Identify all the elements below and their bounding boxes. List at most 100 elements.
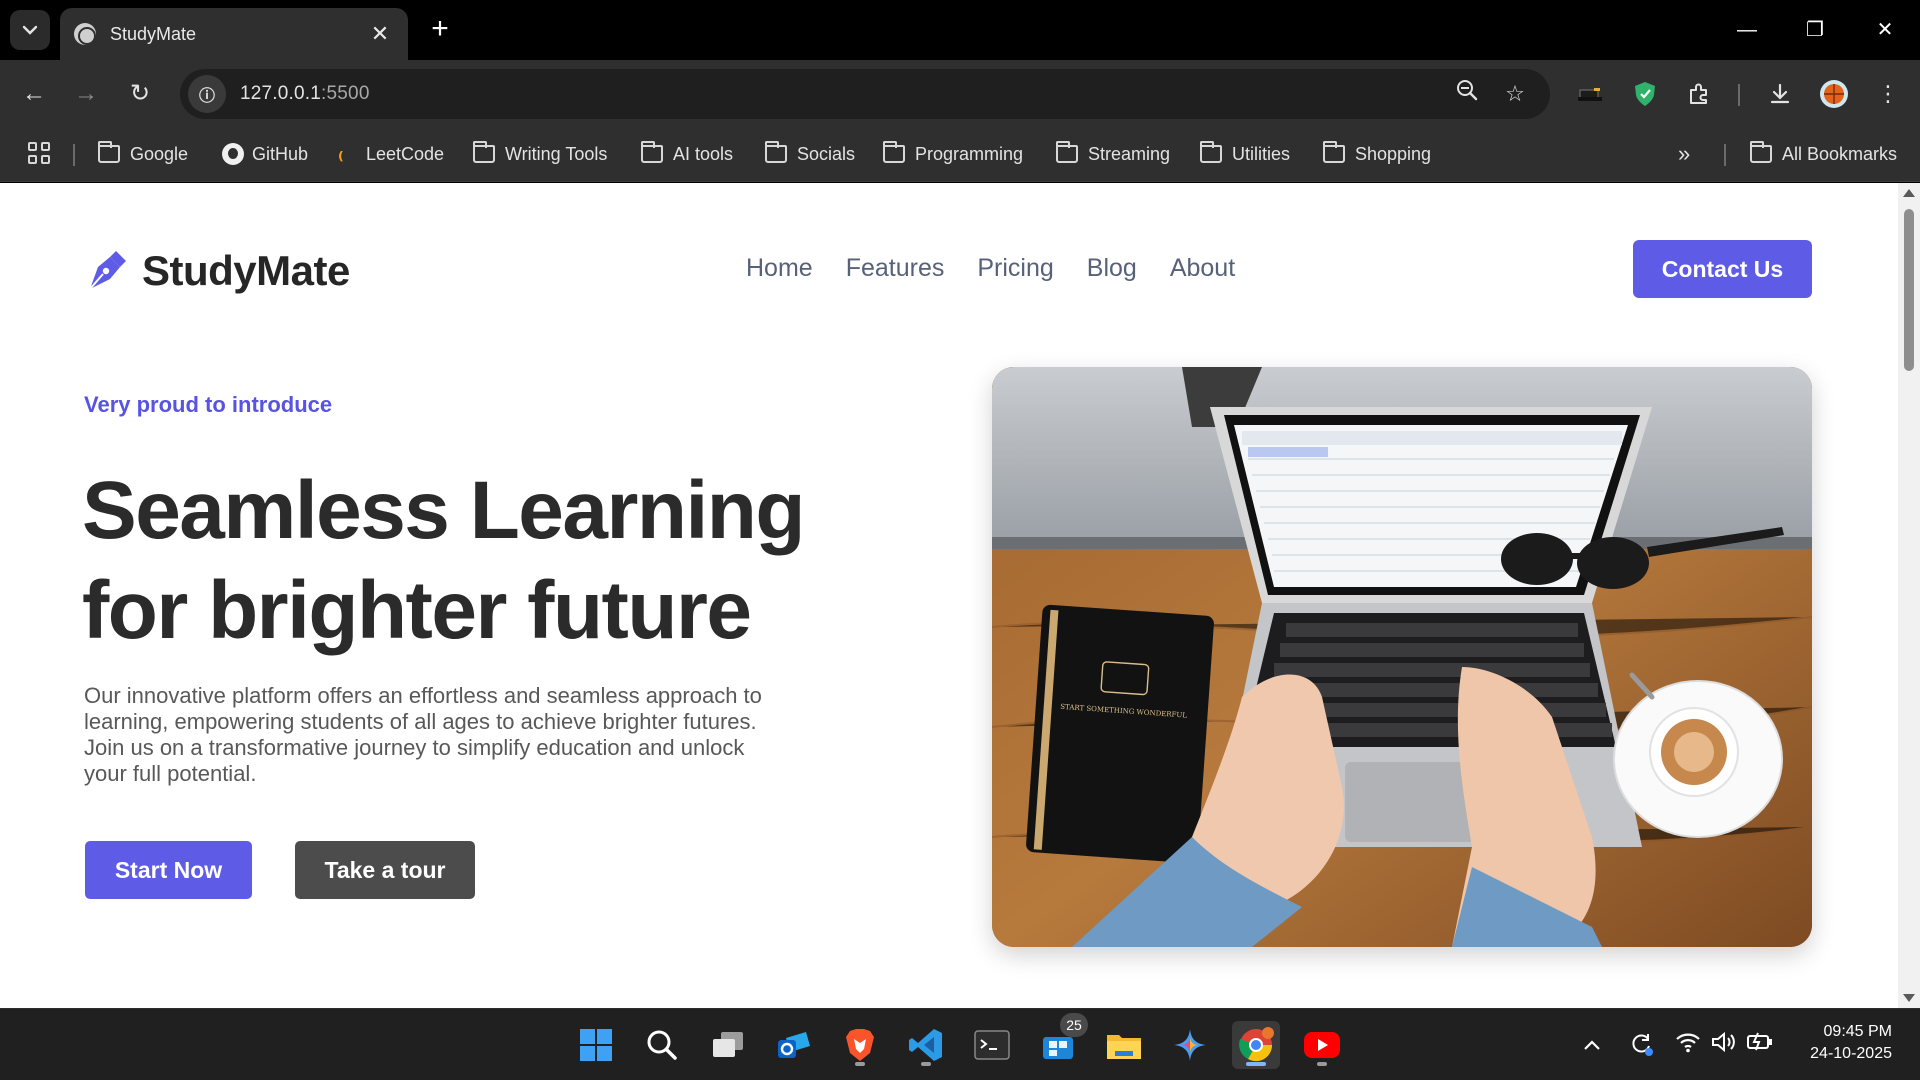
reload-button[interactable]: ↻ [120,74,160,114]
new-tab-button[interactable]: + [422,12,458,48]
taskbar-file-explorer[interactable] [1100,1021,1148,1069]
taskbar-store[interactable]: 25 [1034,1013,1088,1069]
apps-grid-icon[interactable] [28,142,50,164]
menu-kebab-icon[interactable]: ⋮ [1870,76,1906,112]
url-text[interactable]: 127.0.0.1:5500 [240,83,370,105]
taskbar-search-button[interactable] [638,1021,686,1069]
leetcode-icon: ₍ [338,143,344,165]
forward-button[interactable]: → [66,74,106,114]
outlook-icon [778,1032,810,1058]
bookmark-star-icon[interactable]: ☆ [1496,75,1534,113]
taskbar-outlook[interactable] [770,1021,818,1069]
scroll-up-arrow[interactable] [1903,189,1915,197]
windows-start-button[interactable] [572,1021,620,1069]
start-now-button[interactable]: Start Now [85,841,252,899]
hero-eyebrow: Very proud to introduce [84,392,333,417]
take-a-tour-button[interactable]: Take a tour [295,841,475,899]
task-view-icon [713,1032,743,1057]
profile-avatar[interactable] [1816,76,1852,112]
notebook: START SOMETHING WONDERFUL [1026,604,1214,864]
taskbar-chrome[interactable] [1232,1021,1280,1069]
bookmark-label: Google [130,143,189,164]
bookmark-shopping[interactable]: Shopping [1323,138,1431,170]
github-icon [222,143,244,165]
shield-icon[interactable] [1627,76,1663,112]
sparkle-icon [1174,1029,1206,1061]
laptop-desk-illustration: START SOMETHING WONDERFUL [992,367,1812,947]
address-bar[interactable]: ⓘ 127.0.0.1:5500 ☆ [180,69,1550,119]
close-tab-icon[interactable]: ✕ [366,21,394,47]
youtube-icon [1304,1032,1340,1058]
site-info-icon[interactable]: ⓘ [188,75,226,113]
windows-taskbar: 25 09:45 PM 24-10-2025 [0,1008,1920,1080]
clock-date: 24-10-2025 [1810,1045,1892,1062]
terminal-icon [974,1030,1010,1060]
nav-features[interactable]: Features [846,254,945,283]
hero-description: Our innovative platform offers an effort… [84,683,762,786]
running-indicator [1246,1062,1266,1066]
restore-button[interactable]: ❐ [1792,12,1838,48]
bookmark-label: LeetCode [366,143,445,164]
taskbar-youtube[interactable] [1298,1021,1346,1069]
scroll-thumb[interactable] [1904,209,1914,371]
hero-image: START SOMETHING WONDERFUL [992,367,1812,947]
close-window-button[interactable]: ✕ [1862,12,1908,48]
bookmark-separator [1724,144,1726,166]
nav-home[interactable]: Home [746,254,813,283]
page-scrollbar[interactable] [1898,183,1920,1008]
task-view-button[interactable] [704,1021,752,1069]
taskbar-copilot[interactable] [1166,1021,1214,1069]
tray-overflow-chevron-icon[interactable] [1578,1031,1606,1059]
headline-line-1: Seamless Learning [82,465,805,556]
scroll-down-arrow[interactable] [1903,994,1915,1002]
nav-blog[interactable]: Blog [1087,254,1137,283]
download-icon[interactable] [1762,76,1798,112]
bookmark-writing-tools[interactable]: Writing Tools [473,138,607,170]
bookmark-label: AI tools [673,143,734,164]
bookmark-label: GitHub [252,143,309,164]
all-bookmarks[interactable]: All Bookmarks [1750,138,1897,170]
taskbar-vscode[interactable] [902,1021,950,1069]
bookmarks-overflow-button[interactable]: » [1678,138,1690,170]
bookmark-programming[interactable]: Programming [883,138,1023,170]
globe-icon [74,23,96,45]
chrome-icon [1239,1027,1274,1062]
battery-icon[interactable] [1746,1031,1774,1059]
nav-pricing[interactable]: Pricing [977,254,1053,283]
bookmark-ai-tools[interactable]: AI tools [641,138,733,170]
contact-us-button[interactable]: Contact Us [1633,240,1812,298]
folder-icon [1107,1035,1141,1059]
extension-hat-icon[interactable] [1572,76,1608,112]
brand-name: StudyMate [142,247,350,294]
taskbar-brave[interactable] [836,1021,884,1069]
bookmark-leetcode[interactable]: ₍ LeetCode [338,138,444,170]
tab-studymate[interactable]: StudyMate ✕ [60,8,408,60]
zoom-icon[interactable] [1448,75,1486,113]
headline-line-2: for brighter future [82,565,752,656]
extensions-puzzle-icon[interactable] [1681,76,1717,112]
folder-icon [1056,141,1078,163]
hero-headline: Seamless Learning for brighter future [82,461,882,661]
tab-search-button[interactable] [10,10,50,50]
bookmark-socials[interactable]: Socials [765,138,855,170]
nav-about[interactable]: About [1170,254,1235,283]
wifi-icon[interactable] [1674,1031,1702,1059]
volume-icon[interactable] [1710,1031,1738,1059]
chevron-down-icon [22,25,38,35]
minimize-button[interactable]: — [1724,12,1770,48]
sync-icon[interactable] [1627,1031,1655,1059]
bookmark-utilities[interactable]: Utilities [1200,138,1290,170]
system-clock[interactable]: 09:45 PM 24-10-2025 [1780,1021,1892,1065]
search-icon [647,1030,677,1060]
bookmarks-bar: Google GitHub ₍ LeetCode Writing Tools AI… [0,128,1920,182]
bookmark-github[interactable]: GitHub [222,138,308,170]
url-host: 127.0.0.1 [240,83,322,104]
vscode-icon [909,1029,942,1061]
windows-logo-icon [580,1029,612,1061]
brand-logo[interactable]: StudyMate [84,247,350,295]
taskbar-terminal[interactable] [968,1021,1016,1069]
bookmark-streaming[interactable]: Streaming [1056,138,1170,170]
bookmark-google[interactable]: Google [98,138,188,170]
back-button[interactable]: ← [14,74,54,114]
running-indicator [855,1062,865,1066]
